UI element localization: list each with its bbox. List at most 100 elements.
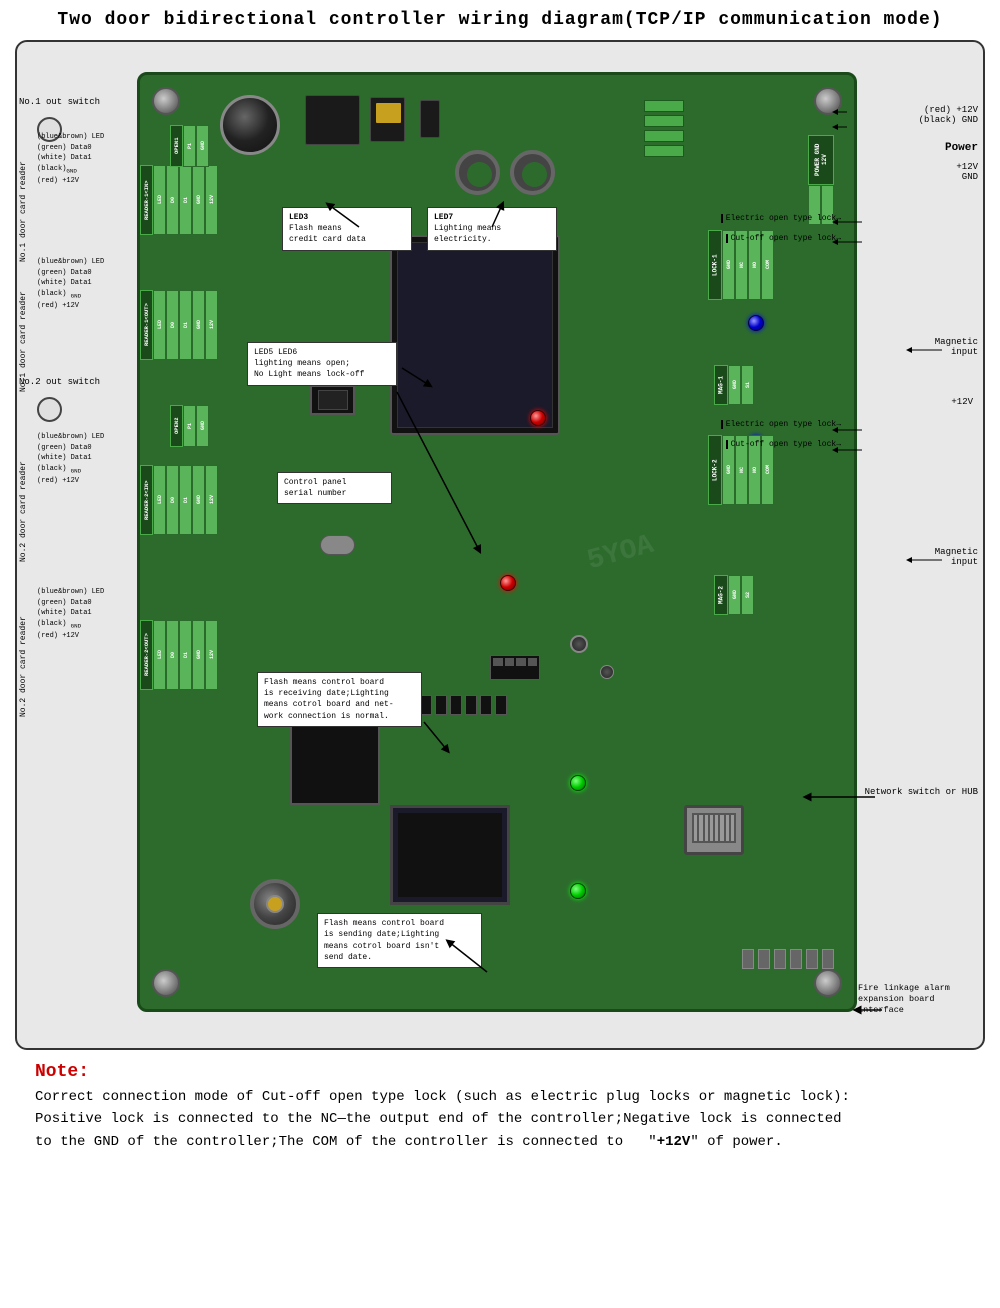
led3-callout-title: LED3 <box>289 213 308 222</box>
toroid-1 <box>455 150 500 195</box>
fire-pin <box>758 949 770 969</box>
reader2-in-group: READER-2<IN> LED D0 D1 GND 12V <box>140 465 218 535</box>
wc-r1in-3: (white) Data1 <box>37 153 104 164</box>
transformer-inner <box>398 813 502 897</box>
mag2-pin-s2: S2 <box>741 575 754 615</box>
transformer <box>390 805 510 905</box>
r1in-pin-gnd: GND <box>192 165 205 235</box>
power-plus-gnd: +12V GND <box>956 162 978 182</box>
led7-callout-desc: Lighting meanselectricity. <box>434 224 501 244</box>
power-jack <box>250 879 300 929</box>
mag2-input-text2: input <box>935 557 978 567</box>
wire-colors-r2out: (blue&brown) LED (green) Data0 (white) D… <box>37 587 104 641</box>
cap-2 <box>600 665 614 679</box>
rj45-pin <box>731 815 734 841</box>
toroid-inner-1 <box>467 162 492 187</box>
wc-r1out-1: (blue&brown) LED <box>37 257 104 268</box>
screw-hole-br <box>814 969 842 997</box>
small-chip-4 <box>435 695 447 715</box>
fire-pin <box>774 949 786 969</box>
page-wrapper: Two door bidirectional controller wiring… <box>0 0 1000 1308</box>
reader1-out-pins: LED D0 D1 GND 12V <box>153 290 218 360</box>
screw-hole-bl <box>152 969 180 997</box>
led56-callout: LED5 LED6lighting means open;No Light me… <box>247 342 397 386</box>
led5 <box>530 410 546 426</box>
electric-lock2-label: Electric open type lock→ <box>721 420 841 429</box>
open2-label: OPEN2 <box>170 405 183 447</box>
screw-hole-tl <box>152 87 180 115</box>
control-panel-callout: Control panelserial number <box>277 472 392 504</box>
power-red-label: (red) +12V <box>919 105 978 115</box>
open1-pin-gnd: GND <box>196 125 209 167</box>
wc-r1out-4: (black) GND <box>37 289 104 301</box>
fire-pin <box>742 949 754 969</box>
reader2-out-pins: LED D0 D1 GND 12V <box>153 620 218 690</box>
small-chip-7 <box>480 695 492 715</box>
no2-out-switch-symbol <box>37 397 62 422</box>
power-terminal-block: POWER GND 12V <box>808 135 834 225</box>
r2out-pin-d1: D1 <box>179 620 192 690</box>
wc-r2in-3: (white) Data1 <box>37 453 104 464</box>
rj45-pin <box>715 815 718 841</box>
dip-4 <box>528 658 538 666</box>
wc-r2out-5: (red) +12V <box>37 631 104 642</box>
open2-pins: P1 GND <box>183 405 209 447</box>
open1-pins: P1 GND <box>183 125 209 167</box>
mag2-input-label: Magnetic input <box>935 547 978 567</box>
note-text: Correct connection mode of Cut-off open … <box>35 1086 965 1153</box>
mag1-pin-gnd: GND <box>728 365 741 405</box>
wc-r2in-2: (green) Data0 <box>37 443 104 454</box>
wire-colors-r2in: (blue&brown) LED (green) Data0 (white) D… <box>37 432 104 486</box>
lock1-label: LOCK-1 <box>708 230 722 300</box>
r2out-pin-d0: D0 <box>166 620 179 690</box>
led3-callout-desc: Flash meanscredit card data <box>289 224 366 244</box>
dip-1 <box>493 658 503 666</box>
mag2-input-text: Magnetic <box>935 547 978 557</box>
mag1-pins: GND S1 <box>728 365 754 405</box>
led6 <box>500 575 516 591</box>
r2out-pin-12v: 12V <box>205 620 218 690</box>
r1out-pin-d0: D0 <box>166 290 179 360</box>
dip-rows <box>491 656 539 668</box>
ic-chip-2 <box>370 97 405 142</box>
r2out-pin-gnd: GND <box>192 620 205 690</box>
mag2-block: MAG-2 GND S2 <box>714 575 754 615</box>
led7-callout-title: LED7 <box>434 213 453 222</box>
processor-inner <box>397 242 553 428</box>
lock2-plus-label: +12V <box>951 397 973 407</box>
r2out-pin-led: LED <box>153 620 166 690</box>
r2in-pin-d0: D0 <box>166 465 179 535</box>
fire-pin <box>790 949 802 969</box>
conn-strip-1 <box>644 100 684 112</box>
r2in-pin-12v: 12V <box>205 465 218 535</box>
wc-r2out-1: (blue&brown) LED <box>37 587 104 598</box>
fire-alarm-label: Fire linkage alarmexpansion board interf… <box>858 983 978 1016</box>
fire-alarm-terminal <box>742 949 834 969</box>
r2in-pin-gnd: GND <box>192 465 205 535</box>
open1-group: OPEN1 P1 GND <box>170 125 209 167</box>
network-switch-label: Network switch or HUB <box>865 787 978 797</box>
conn-strip-4 <box>644 145 684 157</box>
rj45-port <box>684 805 744 855</box>
ic-chip-3 <box>420 100 440 138</box>
note-section: Note: Correct connection mode of Cut-off… <box>15 1062 985 1153</box>
conn-strip-3 <box>644 130 684 142</box>
led3-callout: LED3 Flash meanscredit card data <box>282 207 412 251</box>
open1-pin-p1: P1 <box>183 125 196 167</box>
dip-2 <box>505 658 515 666</box>
wc-r1out-3: (white) Data1 <box>37 278 104 289</box>
no2-door-card-reader-label: No.2 door card reader <box>19 432 28 562</box>
rj45-pin <box>705 815 708 841</box>
reader2-in-pins: LED D0 D1 GND 12V <box>153 465 218 535</box>
reader1-in-label: READER-1<IN> <box>140 165 153 235</box>
r1out-pin-12v: 12V <box>205 290 218 360</box>
no1-door-card-reader-label: No.1 door card reader <box>19 132 28 262</box>
wc-r1in-4: (black)GND <box>37 164 104 176</box>
wc-r2in-5: (red) +12V <box>37 476 104 487</box>
toroid-inner-2 <box>522 162 547 187</box>
led-blue-2 <box>748 315 764 331</box>
screw-hole-tr <box>814 87 842 115</box>
r1out-pin-gnd: GND <box>192 290 205 360</box>
power-jack-center <box>266 895 284 913</box>
diagram-area: POWER GND 12V <box>15 40 985 1050</box>
